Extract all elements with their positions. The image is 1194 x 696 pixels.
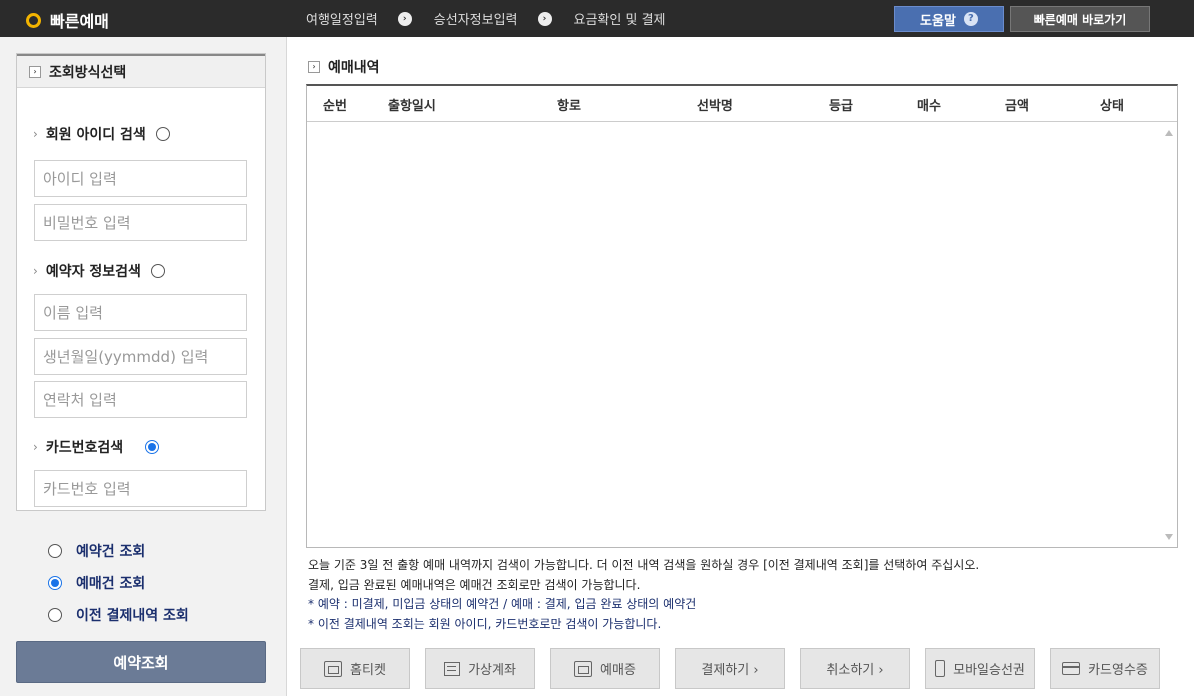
search-method-title: 조회방식선택 [49, 64, 127, 81]
col-header: 순번 [323, 99, 347, 114]
step-3: 요금확인 및 결제 [573, 13, 666, 28]
chevron-right-icon: › [33, 264, 38, 278]
help-label: 도움말 [920, 13, 956, 29]
printer-icon [324, 660, 343, 677]
member-id-radio[interactable] [155, 127, 170, 141]
phone-input[interactable]: 연락처 입력 [34, 381, 247, 418]
payment-button[interactable]: 결제하기 › [675, 648, 785, 689]
notice-line: * 이전 결제내역 조회는 회원 아이디, 카드번호로만 검색이 가능합니다. [308, 616, 662, 631]
button-label: 예매증 [600, 663, 636, 678]
step-2: 승선자정보입력 [433, 13, 518, 28]
top-header: 빠른예매 여행일정입력 › 승선자정보입력 › 요금확인 및 결제 도움말 ? … [0, 0, 1194, 37]
main-title-text: 예매내역 [328, 60, 380, 76]
col-header: 등급 [829, 99, 853, 114]
password-input[interactable]: 비밀번호 입력 [34, 204, 247, 241]
button-label: 홈티켓 [350, 663, 386, 678]
ticket-radio[interactable] [48, 576, 62, 590]
button-label: 가상계좌 [468, 663, 516, 678]
search-method-header: › 조회방식선택 [17, 54, 265, 88]
reservation-inquiry-button[interactable]: 예약조회 [16, 641, 266, 683]
table-header: 순번 출항일시 항로 선박명 등급 매수 금액 상태 [307, 86, 1177, 122]
col-header: 매수 [917, 99, 941, 114]
section-card-number-label: 카드번호검색 [45, 440, 124, 456]
left-panel: › 조회방식선택 › 회원 아이디 검색 아이디 입력 비밀번호 입력 › 예약… [0, 37, 287, 696]
button-label: 결제하기 › [701, 663, 759, 678]
col-header: 출항일시 [388, 99, 436, 114]
section-booker-info[interactable]: › 예약자 정보검색 [33, 261, 165, 281]
option-reservation[interactable]: 예약건 조회 [48, 535, 189, 567]
chevron-right-icon: › [29, 65, 41, 78]
notice-line: 오늘 기준 3일 전 출항 예매 내역까지 검색이 가능합니다. 더 이전 내역… [308, 558, 980, 572]
step-1: 여행일정입력 [306, 13, 378, 28]
account-icon [444, 661, 461, 676]
mobile-boarding-pass-button[interactable]: 모바일승선권 [925, 648, 1035, 689]
notice-line: 결제, 입금 완료된 예매내역은 예매건 조회로만 검색이 가능합니다. [308, 577, 641, 592]
quick-reservation-button[interactable]: 빠른예매 바로가기 [1010, 6, 1150, 32]
notice-line: * 예약 : 미결제, 미입금 상태의 예약건 / 예매 : 결제, 입금 완료… [308, 597, 697, 611]
birthdate-input[interactable]: 생년월일(yymmdd) 입력 [34, 338, 247, 375]
search-method-box: › 조회방식선택 › 회원 아이디 검색 아이디 입력 비밀번호 입력 › 예약… [16, 53, 266, 511]
question-icon: ? [963, 12, 978, 26]
ticket-certificate-button[interactable]: 예매증 [550, 648, 660, 689]
section-card-number[interactable]: › 카드번호검색 [33, 437, 160, 457]
option-ticket[interactable]: 예매건 조회 [48, 567, 189, 599]
scroll-up-icon[interactable] [1165, 130, 1173, 136]
option-ticket-label: 예매건 조회 [76, 576, 146, 592]
step-indicator: 여행일정입력 › 승선자정보입력 › 요금확인 및 결제 [306, 9, 666, 28]
section-member-id[interactable]: › 회원 아이디 검색 [33, 124, 170, 144]
chevron-right-icon: › [33, 440, 38, 454]
section-member-id-label: 회원 아이디 검색 [45, 127, 146, 143]
card-number-radio[interactable] [145, 440, 160, 454]
card-icon [1062, 662, 1081, 675]
brand-title: 빠른예매 [50, 12, 109, 31]
section-booker-info-label: 예약자 정보검색 [45, 264, 141, 280]
brand-circle-icon [26, 12, 41, 28]
option-previous-payment[interactable]: 이전 결제내역 조회 [48, 599, 189, 631]
main-title: › 예매내역 [308, 57, 380, 77]
cancel-button[interactable]: 취소하기 › [800, 648, 910, 689]
step-arrow-icon: › [537, 11, 552, 26]
button-label: 모바일승선권 [953, 663, 1025, 678]
name-input[interactable]: 이름 입력 [34, 294, 247, 331]
home-ticket-button[interactable]: 홈티켓 [300, 648, 410, 689]
col-header: 상태 [1100, 99, 1124, 114]
chevron-right-icon: › [33, 127, 38, 141]
printer-icon [574, 660, 593, 677]
scroll-down-icon[interactable] [1165, 534, 1173, 540]
help-button[interactable]: 도움말 ? [894, 6, 1004, 32]
step-arrow-icon: › [397, 11, 412, 26]
option-reservation-label: 예약건 조회 [76, 544, 146, 560]
col-header: 금액 [1005, 99, 1029, 114]
virtual-account-button[interactable]: 가상계좌 [425, 648, 535, 689]
id-input[interactable]: 아이디 입력 [34, 160, 247, 197]
notice-text: 오늘 기준 3일 전 출항 예매 내역까지 검색이 가능합니다. 더 이전 내역… [308, 556, 979, 634]
previous-payment-radio[interactable] [48, 608, 62, 622]
inquiry-type-options: 예약건 조회 예매건 조회 이전 결제내역 조회 [48, 535, 189, 631]
option-previous-payment-label: 이전 결제내역 조회 [76, 608, 189, 624]
chevron-right-icon: › [308, 61, 320, 73]
card-receipt-button[interactable]: 카드영수증 [1050, 648, 1160, 689]
table-scrollbar[interactable] [1161, 122, 1177, 548]
button-label: 취소하기 › [826, 663, 884, 678]
reservation-radio[interactable] [48, 544, 62, 558]
col-header: 항로 [557, 99, 581, 114]
card-number-input[interactable]: 카드번호 입력 [34, 470, 247, 507]
reservation-table: 순번 출항일시 항로 선박명 등급 매수 금액 상태 [306, 84, 1178, 548]
button-label: 카드영수증 [1088, 663, 1148, 678]
brand[interactable]: 빠른예매 [26, 8, 109, 32]
phone-icon [935, 660, 946, 677]
col-header: 선박명 [697, 99, 733, 114]
booker-info-radio[interactable] [150, 264, 165, 278]
